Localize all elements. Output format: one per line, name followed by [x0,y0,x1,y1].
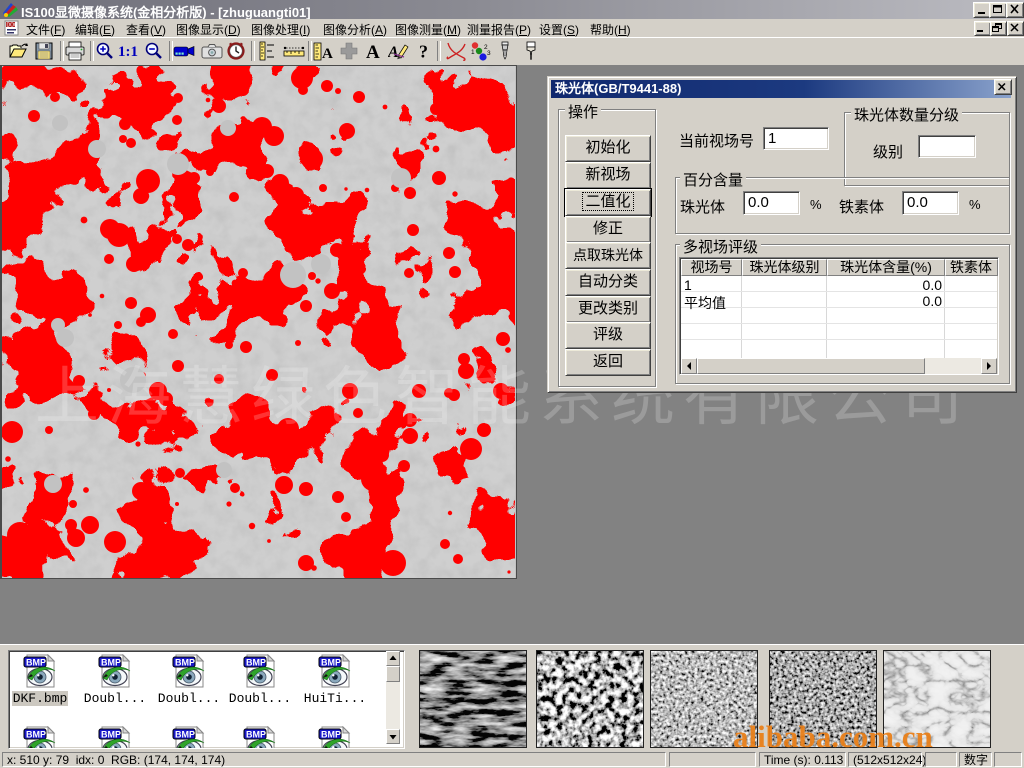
svg-text:3: 3 [487,50,491,57]
svg-text:BMP: BMP [101,658,121,668]
svg-text:1: 1 [471,49,475,56]
svg-text:BMP: BMP [175,730,195,740]
svg-text:A: A [388,44,399,61]
svg-text:BMP: BMP [101,730,121,740]
svg-text:BMP: BMP [26,658,46,668]
svg-text:DOC: DOC [7,23,19,29]
svg-text:1:1: 1:1 [118,44,138,60]
svg-text:BMP: BMP [321,658,341,668]
svg-text:A: A [366,42,380,61]
svg-text:BMP: BMP [246,730,266,740]
svg-text:BMP: BMP [321,730,341,740]
svg-text:BMP: BMP [246,658,266,668]
svg-text:A: A [322,46,333,61]
svg-text:BMP: BMP [26,730,46,740]
svg-text:?: ? [419,42,428,62]
svg-text:BMP: BMP [175,658,195,668]
